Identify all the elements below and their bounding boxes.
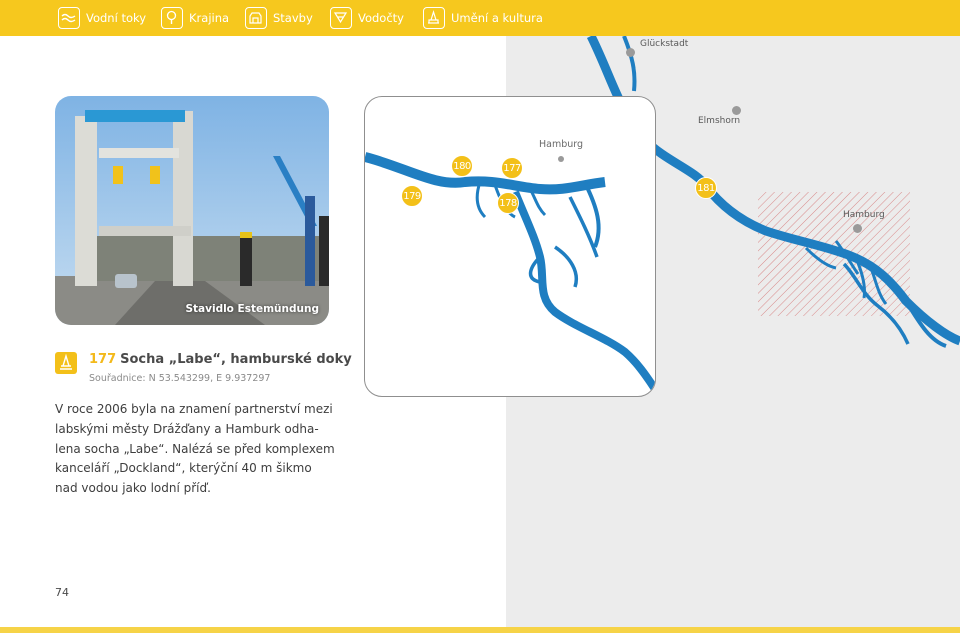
bottom-bar [0,627,960,633]
nav-label: Umění a kultura [451,11,543,25]
nav-label: Stavby [273,11,313,25]
body-line: labskými městy Drážďany a Hamburk odha- [55,421,319,436]
body-line: kanceláří „Dockland“, kterýční 40 m šikm… [55,461,312,476]
monument-icon [55,352,77,374]
city-dot [853,224,862,233]
nav-item-umeni-a-kultura[interactable]: Umění a kultura [423,0,543,36]
nav-label: Vodní toky [86,11,147,25]
page-number: 74 [55,586,69,599]
entry-coordinates: Souřadnice: N 53.543299, E 9.937297 [89,373,271,384]
nav-label: Vodočty [358,11,404,25]
site-marker-181[interactable]: 181 [695,177,717,199]
body-line: lena socha „Labe“. Nalézá se před komple… [55,441,335,456]
inset-city-label: Hamburg [539,139,584,150]
inset-river-map [365,152,655,395]
entry-title-text: Socha „Labe“, hamburské doky [120,352,352,367]
site-marker-177[interactable]: 177 [501,157,523,179]
entry-title: 177 Socha „Labe“, hamburské doky [89,352,352,367]
city-label-elmshorn: Elmshorn [698,116,741,126]
tree-icon [161,7,183,29]
nav-item-krajina[interactable]: Krajina [161,0,229,36]
nav-item-stavby[interactable]: Stavby [245,0,313,36]
body-line: V roce 2006 byla na znamení partnerství … [55,402,333,416]
photo-image [55,96,329,325]
nav-item-vodni-toky[interactable]: Vodní toky [58,0,146,36]
city-label-gluckstadt: Glückstadt [640,39,689,49]
building-icon [245,7,267,29]
water-icon [58,7,80,29]
nav-label: Krajina [189,11,230,25]
site-marker-178[interactable]: 178 [497,192,519,214]
inset-map: Hamburg 179 180 177 178 [364,96,656,397]
photo-stavidlo: Stavidlo Estemündung [55,96,329,325]
city-label-hamburg: Hamburg [843,210,885,220]
city-dot [626,48,635,57]
entry-body: V roce 2006 byla na znamení partnerství … [55,400,355,499]
top-nav-bar: Vodní toky Krajina Stavby Vodočty Umění … [0,0,960,36]
photo-caption: Stavidlo Estemündung [185,303,319,315]
gauge-icon [330,7,352,29]
monument-icon [423,7,445,29]
site-marker-179[interactable]: 179 [401,185,423,207]
entry-number: 177 [89,352,117,367]
site-marker-180[interactable]: 180 [451,155,473,177]
city-dot [732,106,741,115]
body-line: nad vodou jako lodní příď. [55,481,211,496]
nav-item-vodocty[interactable]: Vodočty [330,0,404,36]
